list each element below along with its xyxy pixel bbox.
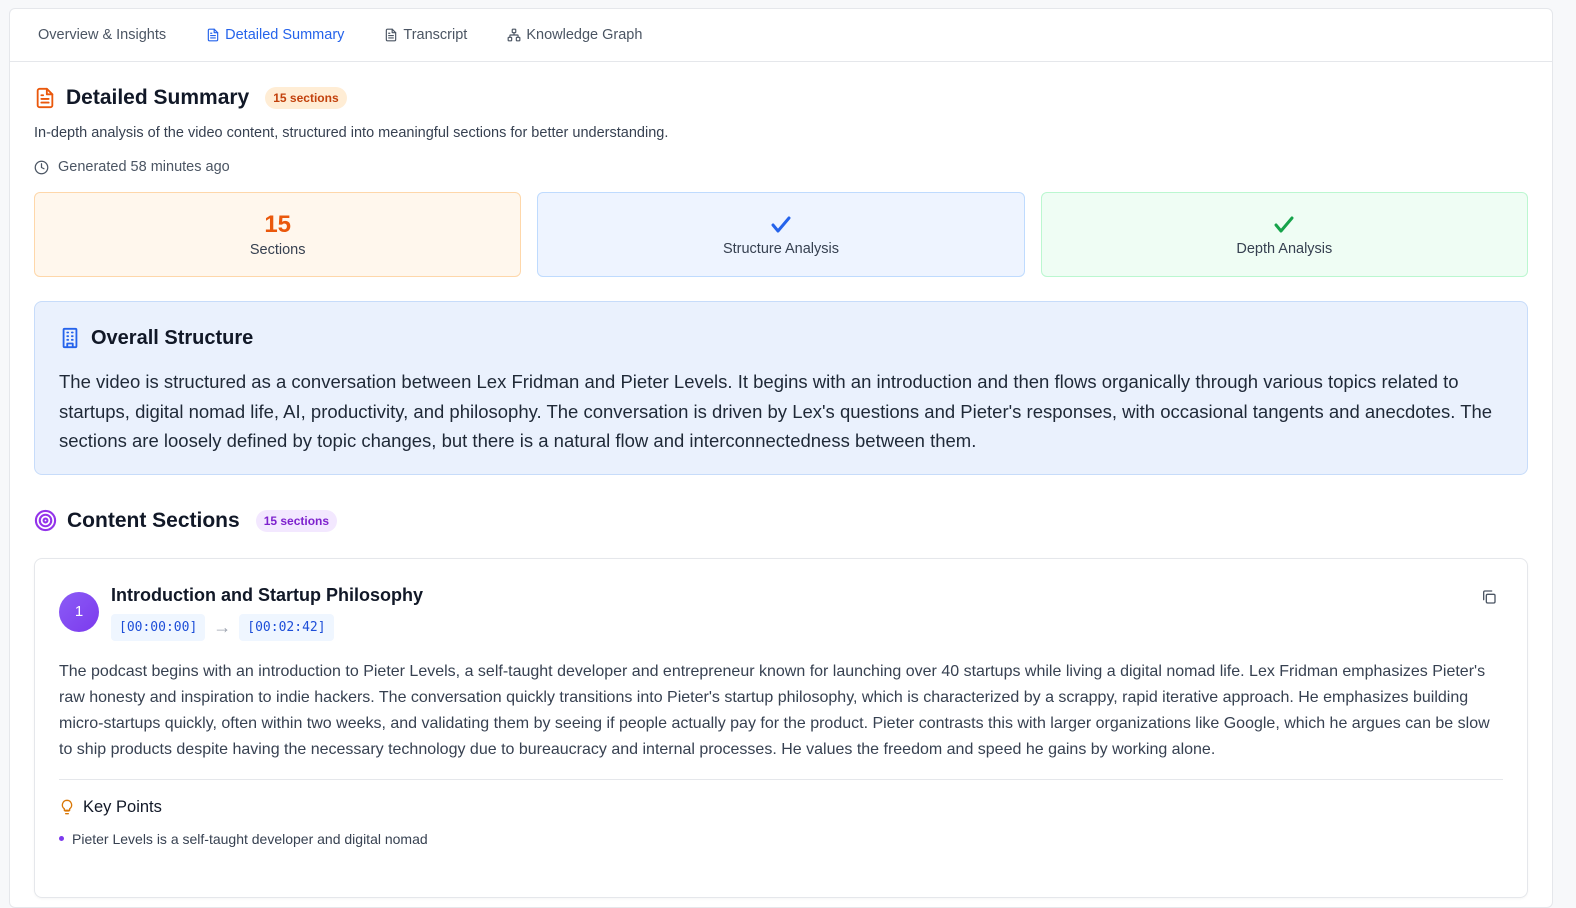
- stat-sections: 15 Sections: [34, 192, 522, 277]
- tab-detailed-summary[interactable]: Detailed Summary: [206, 27, 344, 43]
- stat-depth-analysis: Depth Analysis: [1040, 192, 1528, 277]
- stat-sections-label: Sections: [249, 242, 306, 258]
- summary-header: Detailed Summary 15 sections: [34, 86, 1528, 110]
- sections-count-badge: 15 sections: [265, 87, 347, 109]
- content-sections-header: Content Sections 15 sections: [34, 509, 1528, 533]
- arrow-right-icon: →: [213, 616, 232, 637]
- copy-icon: [1483, 589, 1496, 604]
- section-title: Introduction and Startup Philosophy: [111, 584, 423, 605]
- tab-label: Detailed Summary: [225, 27, 345, 43]
- key-points-label: Key Points: [83, 797, 162, 816]
- tab-bar: Overview & Insights Detailed Summary Tra…: [10, 9, 1552, 62]
- section-card: 1 Introduction and Startup Philosophy [0…: [34, 557, 1528, 898]
- stat-sections-value: 15: [264, 211, 292, 238]
- overall-structure-panel: Overall Structure The video is structure…: [34, 301, 1528, 475]
- divider: [59, 778, 1503, 780]
- network-icon: [507, 28, 521, 42]
- page-description: In-depth analysis of the video content, …: [34, 125, 669, 141]
- document-icon: [386, 28, 397, 42]
- tab-label: Overview & Insights: [38, 27, 167, 43]
- timestamp-range: [00:00:00] → [00:02:42]: [111, 613, 423, 641]
- tab-label: Transcript: [403, 27, 468, 43]
- bullet-icon: [59, 836, 64, 841]
- overall-structure-title: Overall Structure: [91, 326, 254, 349]
- content-sections-title: Content Sections: [67, 508, 240, 532]
- checkmark-icon: [1274, 216, 1294, 233]
- app-window: Overview & Insights Detailed Summary Tra…: [9, 8, 1553, 908]
- document-icon: [207, 28, 219, 42]
- building-icon: [62, 327, 78, 349]
- timestamp-start[interactable]: [00:00:00]: [111, 613, 206, 641]
- lightbulb-icon: [61, 799, 73, 815]
- generated-timestamp: Generated 58 minutes ago: [34, 159, 1528, 175]
- tab-knowledge-graph[interactable]: Knowledge Graph: [507, 27, 642, 43]
- document-icon: [36, 87, 54, 109]
- key-points-heading: Key Points: [59, 798, 1503, 817]
- checkmark-icon: [771, 216, 791, 233]
- timestamp-end[interactable]: [00:02:42]: [239, 613, 334, 641]
- generated-text: Generated 58 minutes ago: [58, 159, 230, 175]
- section-title-block: Introduction and Startup Philosophy [00:…: [111, 585, 423, 641]
- stats-row: 15 Sections Structure Analysis Depth Ana…: [34, 192, 1528, 277]
- page-title: Detailed Summary: [66, 86, 250, 109]
- section-card-header: 1 Introduction and Startup Philosophy [0…: [59, 585, 1503, 641]
- stat-structure-label: Structure Analysis: [722, 241, 840, 257]
- copy-button[interactable]: [1481, 589, 1497, 610]
- section-number: 1: [59, 591, 99, 632]
- overall-structure-heading: Overall Structure: [59, 326, 1503, 350]
- section-body: The podcast begins with an introduction …: [59, 662, 1490, 758]
- main-content: Detailed Summary 15 sections In-depth an…: [10, 86, 1552, 898]
- content-sections-badge: 15 sections: [255, 509, 338, 532]
- clock-icon: [34, 160, 49, 174]
- key-point-text: Pieter Levels is a self-taught developer…: [72, 830, 428, 847]
- overall-structure-text: The video is structured as a conversatio…: [59, 371, 1493, 451]
- stat-depth-label: Depth Analysis: [1236, 241, 1333, 257]
- tab-overview-insights[interactable]: Overview & Insights: [38, 27, 166, 43]
- tab-label: Knowledge Graph: [526, 27, 643, 43]
- tab-transcript[interactable]: Transcript: [384, 27, 467, 43]
- stat-structure-analysis: Structure Analysis: [537, 192, 1025, 277]
- target-icon: [34, 509, 57, 532]
- key-point-item: Pieter Levels is a self-taught developer…: [59, 831, 1503, 847]
